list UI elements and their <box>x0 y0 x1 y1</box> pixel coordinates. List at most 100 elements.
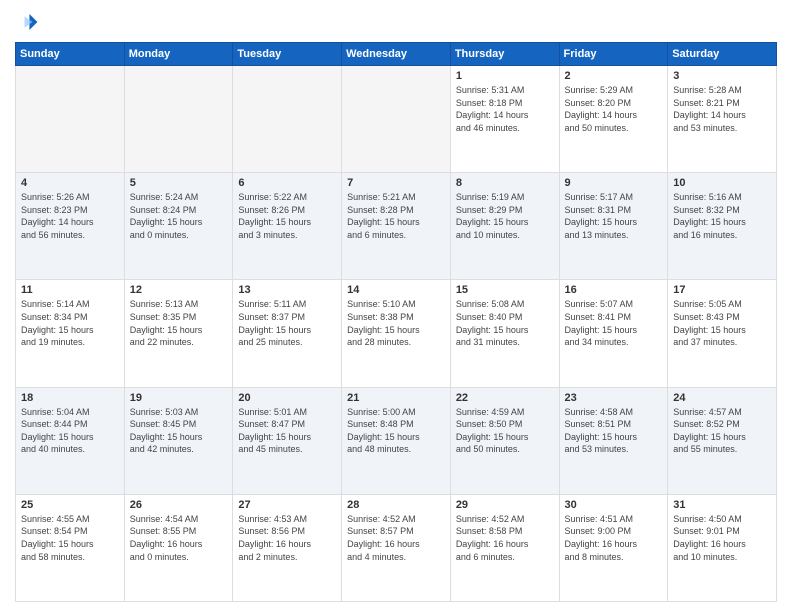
page-header <box>15 10 777 34</box>
day-info: Sunrise: 4:59 AM Sunset: 8:50 PM Dayligh… <box>456 406 554 456</box>
day-info: Sunrise: 5:10 AM Sunset: 8:38 PM Dayligh… <box>347 298 445 348</box>
calendar-cell: 18 Sunrise: 5:04 AM Sunset: 8:44 PM Dayli… <box>16 387 125 494</box>
week-row-4: 18 Sunrise: 5:04 AM Sunset: 8:44 PM Dayli… <box>16 387 777 494</box>
day-info: Sunrise: 5:19 AM Sunset: 8:29 PM Dayligh… <box>456 191 554 241</box>
calendar-cell: 27 Sunrise: 4:53 AM Sunset: 8:56 PM Dayli… <box>233 494 342 601</box>
calendar-cell: 26 Sunrise: 4:54 AM Sunset: 8:55 PM Dayli… <box>124 494 233 601</box>
calendar-cell: 25 Sunrise: 4:55 AM Sunset: 8:54 PM Dayli… <box>16 494 125 601</box>
day-number: 17 <box>673 284 771 296</box>
day-number: 28 <box>347 499 445 511</box>
calendar-cell: 30Sunrise: 4:51 AM Sunset: 9:00 PM Dayli… <box>559 494 668 601</box>
week-row-1: 1Sunrise: 5:31 AM Sunset: 8:18 PM Daylig… <box>16 66 777 173</box>
day-number: 24 <box>673 392 771 404</box>
calendar-page: SundayMondayTuesdayWednesdayThursdayFrid… <box>0 0 792 612</box>
day-number: 23 <box>565 392 663 404</box>
day-info: Sunrise: 4:52 AM Sunset: 8:58 PM Dayligh… <box>456 513 554 563</box>
day-number: 20 <box>238 392 336 404</box>
calendar-cell: 21Sunrise: 5:00 AM Sunset: 8:48 PM Dayli… <box>342 387 451 494</box>
day-info: Sunrise: 5:08 AM Sunset: 8:40 PM Dayligh… <box>456 298 554 348</box>
day-info: Sunrise: 5:28 AM Sunset: 8:21 PM Dayligh… <box>673 84 771 134</box>
calendar-cell: 3 Sunrise: 5:28 AM Sunset: 8:21 PM Daylig… <box>668 66 777 173</box>
calendar-cell: 22 Sunrise: 4:59 AM Sunset: 8:50 PM Dayli… <box>450 387 559 494</box>
calendar-cell: 29 Sunrise: 4:52 AM Sunset: 8:58 PM Dayli… <box>450 494 559 601</box>
day-info: Sunrise: 4:58 AM Sunset: 8:51 PM Dayligh… <box>565 406 663 456</box>
calendar-cell: 23 Sunrise: 4:58 AM Sunset: 8:51 PM Dayli… <box>559 387 668 494</box>
day-number: 26 <box>130 499 228 511</box>
week-row-5: 25 Sunrise: 4:55 AM Sunset: 8:54 PM Dayli… <box>16 494 777 601</box>
day-info: Sunrise: 5:22 AM Sunset: 8:26 PM Dayligh… <box>238 191 336 241</box>
day-info: Sunrise: 5:03 AM Sunset: 8:45 PM Dayligh… <box>130 406 228 456</box>
day-number: 9 <box>565 177 663 189</box>
day-info: Sunrise: 5:31 AM Sunset: 8:18 PM Dayligh… <box>456 84 554 134</box>
day-info: Sunrise: 5:01 AM Sunset: 8:47 PM Dayligh… <box>238 406 336 456</box>
calendar-cell <box>124 66 233 173</box>
day-info: Sunrise: 5:04 AM Sunset: 8:44 PM Dayligh… <box>21 406 119 456</box>
calendar-cell: 1Sunrise: 5:31 AM Sunset: 8:18 PM Daylig… <box>450 66 559 173</box>
logo-icon <box>15 10 39 34</box>
day-number: 13 <box>238 284 336 296</box>
calendar-cell: 31 Sunrise: 4:50 AM Sunset: 9:01 PM Dayli… <box>668 494 777 601</box>
day-number: 12 <box>130 284 228 296</box>
day-header-thursday: Thursday <box>450 43 559 66</box>
day-number: 25 <box>21 499 119 511</box>
calendar-cell: 12 Sunrise: 5:13 AM Sunset: 8:35 PM Dayli… <box>124 280 233 387</box>
day-number: 29 <box>456 499 554 511</box>
day-info: Sunrise: 5:07 AM Sunset: 8:41 PM Dayligh… <box>565 298 663 348</box>
day-info: Sunrise: 4:55 AM Sunset: 8:54 PM Dayligh… <box>21 513 119 563</box>
calendar-cell: 19 Sunrise: 5:03 AM Sunset: 8:45 PM Dayli… <box>124 387 233 494</box>
day-number: 19 <box>130 392 228 404</box>
day-header-monday: Monday <box>124 43 233 66</box>
calendar-cell: 11 Sunrise: 5:14 AM Sunset: 8:34 PM Dayli… <box>16 280 125 387</box>
calendar-cell: 10Sunrise: 5:16 AM Sunset: 8:32 PM Dayli… <box>668 173 777 280</box>
day-number: 15 <box>456 284 554 296</box>
day-number: 3 <box>673 70 771 82</box>
day-info: Sunrise: 5:05 AM Sunset: 8:43 PM Dayligh… <box>673 298 771 348</box>
day-info: Sunrise: 5:17 AM Sunset: 8:31 PM Dayligh… <box>565 191 663 241</box>
day-info: Sunrise: 5:21 AM Sunset: 8:28 PM Dayligh… <box>347 191 445 241</box>
day-info: Sunrise: 4:53 AM Sunset: 8:56 PM Dayligh… <box>238 513 336 563</box>
calendar-cell: 7 Sunrise: 5:21 AM Sunset: 8:28 PM Daylig… <box>342 173 451 280</box>
calendar-cell <box>16 66 125 173</box>
day-number: 7 <box>347 177 445 189</box>
calendar-cell: 14Sunrise: 5:10 AM Sunset: 8:38 PM Dayli… <box>342 280 451 387</box>
day-number: 6 <box>238 177 336 189</box>
calendar-cell: 9 Sunrise: 5:17 AM Sunset: 8:31 PM Daylig… <box>559 173 668 280</box>
day-header-friday: Friday <box>559 43 668 66</box>
day-number: 8 <box>456 177 554 189</box>
calendar-cell <box>342 66 451 173</box>
day-info: Sunrise: 5:14 AM Sunset: 8:34 PM Dayligh… <box>21 298 119 348</box>
day-number: 22 <box>456 392 554 404</box>
week-row-3: 11 Sunrise: 5:14 AM Sunset: 8:34 PM Dayli… <box>16 280 777 387</box>
day-header-sunday: Sunday <box>16 43 125 66</box>
calendar-cell: 6 Sunrise: 5:22 AM Sunset: 8:26 PM Daylig… <box>233 173 342 280</box>
day-header-saturday: Saturday <box>668 43 777 66</box>
day-number: 27 <box>238 499 336 511</box>
day-info: Sunrise: 5:00 AM Sunset: 8:48 PM Dayligh… <box>347 406 445 456</box>
day-number: 31 <box>673 499 771 511</box>
day-info: Sunrise: 4:54 AM Sunset: 8:55 PM Dayligh… <box>130 513 228 563</box>
calendar-cell: 24 Sunrise: 4:57 AM Sunset: 8:52 PM Dayli… <box>668 387 777 494</box>
calendar-cell: 16 Sunrise: 5:07 AM Sunset: 8:41 PM Dayli… <box>559 280 668 387</box>
calendar-cell: 4Sunrise: 5:26 AM Sunset: 8:23 PM Daylig… <box>16 173 125 280</box>
day-info: Sunrise: 5:11 AM Sunset: 8:37 PM Dayligh… <box>238 298 336 348</box>
calendar-cell: 17 Sunrise: 5:05 AM Sunset: 8:43 PM Dayli… <box>668 280 777 387</box>
calendar-cell: 8 Sunrise: 5:19 AM Sunset: 8:29 PM Daylig… <box>450 173 559 280</box>
day-number: 10 <box>673 177 771 189</box>
calendar-cell <box>233 66 342 173</box>
day-number: 18 <box>21 392 119 404</box>
day-info: Sunrise: 5:26 AM Sunset: 8:23 PM Dayligh… <box>21 191 119 241</box>
day-info: Sunrise: 4:51 AM Sunset: 9:00 PM Dayligh… <box>565 513 663 563</box>
day-info: Sunrise: 5:13 AM Sunset: 8:35 PM Dayligh… <box>130 298 228 348</box>
day-header-wednesday: Wednesday <box>342 43 451 66</box>
day-info: Sunrise: 5:29 AM Sunset: 8:20 PM Dayligh… <box>565 84 663 134</box>
day-number: 2 <box>565 70 663 82</box>
calendar-table: SundayMondayTuesdayWednesdayThursdayFrid… <box>15 42 777 602</box>
day-info: Sunrise: 4:50 AM Sunset: 9:01 PM Dayligh… <box>673 513 771 563</box>
calendar-cell: 20 Sunrise: 5:01 AM Sunset: 8:47 PM Dayli… <box>233 387 342 494</box>
calendar-cell: 2 Sunrise: 5:29 AM Sunset: 8:20 PM Daylig… <box>559 66 668 173</box>
day-info: Sunrise: 4:57 AM Sunset: 8:52 PM Dayligh… <box>673 406 771 456</box>
calendar-cell: 15 Sunrise: 5:08 AM Sunset: 8:40 PM Dayli… <box>450 280 559 387</box>
day-number: 11 <box>21 284 119 296</box>
days-header-row: SundayMondayTuesdayWednesdayThursdayFrid… <box>16 43 777 66</box>
day-number: 16 <box>565 284 663 296</box>
